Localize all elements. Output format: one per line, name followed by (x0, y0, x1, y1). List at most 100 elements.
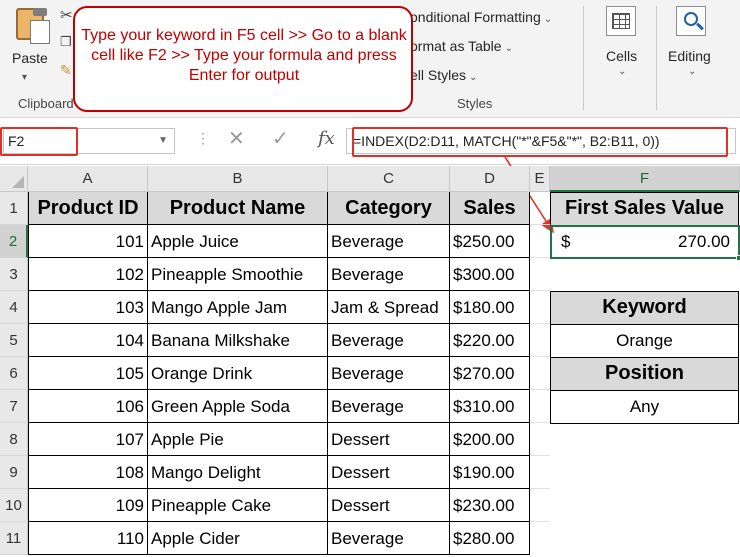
chevron-down-icon[interactable]: ▼ (158, 135, 168, 146)
table-cell-sales[interactable]: $270.00 (450, 357, 530, 390)
table-cell-category[interactable]: Beverage (328, 522, 450, 555)
table-cell-sales[interactable]: $230.00 (450, 489, 530, 522)
keyword-header[interactable]: Keyword (550, 291, 739, 325)
table-cell-product-name[interactable]: Mango Apple Jam (148, 291, 328, 324)
instruction-callout: Type your keyword in F5 cell >> Go to a … (73, 6, 413, 112)
formula-input[interactable]: =INDEX(D2:D11, MATCH("*"&F5&"*", B2:B11,… (346, 128, 736, 154)
paste-dropdown-icon[interactable]: ▾ (22, 72, 27, 83)
table-cell-product-id[interactable]: 104 (28, 324, 148, 357)
table-cell-product-id[interactable]: 103 (28, 291, 148, 324)
table-cell-sales[interactable]: $200.00 (450, 423, 530, 456)
result-currency: $ (561, 232, 571, 251)
table-cell-sales[interactable]: $300.00 (450, 258, 530, 291)
table-cell-sales[interactable]: $180.00 (450, 291, 530, 324)
table-cell-product-name[interactable]: Banana Milkshake (148, 324, 328, 357)
table-header-product-id[interactable]: Product ID (28, 192, 148, 225)
gridline (530, 356, 550, 357)
table-cell-sales[interactable]: $280.00 (450, 522, 530, 555)
table-cell-product-name[interactable]: Green Apple Soda (148, 390, 328, 423)
table-cell-product-id[interactable]: 102 (28, 258, 148, 291)
table-cell-product-name[interactable]: Apple Pie (148, 423, 328, 456)
table-cell-product-name[interactable]: Apple Cider (148, 522, 328, 555)
table-cell-sales[interactable]: $250.00 (450, 225, 530, 258)
column-header-e[interactable]: E (530, 166, 550, 192)
clipboard-group-label: Clipboard (18, 96, 74, 111)
row-header-6[interactable]: 6 (0, 357, 28, 390)
ribbon-divider (583, 6, 584, 110)
row-header-9[interactable]: 9 (0, 456, 28, 489)
gridline (530, 257, 550, 258)
table-cell-category[interactable]: Beverage (328, 324, 450, 357)
column-header-a[interactable]: A (28, 166, 148, 192)
fill-handle[interactable] (736, 255, 740, 261)
table-cell-category[interactable]: Beverage (328, 390, 450, 423)
editing-dropdown-icon: ⌄ (688, 66, 697, 77)
selected-cell-f2[interactable]: $ 270.00 (550, 225, 740, 261)
position-value[interactable]: Any (550, 390, 739, 424)
table-cell-product-id[interactable]: 106 (28, 390, 148, 423)
gridline (530, 455, 550, 456)
table-cell-product-name[interactable]: Apple Juice (148, 225, 328, 258)
cut-icon[interactable]: ✂ (60, 6, 73, 24)
row-header-3[interactable]: 3 (0, 258, 28, 291)
column-header-d[interactable]: D (450, 166, 530, 192)
insert-function-icon[interactable]: fx (318, 128, 335, 149)
table-cell-product-name[interactable]: Orange Drink (148, 357, 328, 390)
table-cell-sales[interactable]: $190.00 (450, 456, 530, 489)
table-header-sales[interactable]: Sales (450, 192, 530, 225)
column-header-f[interactable]: F (550, 166, 740, 192)
table-header-product-name[interactable]: Product Name (148, 192, 328, 225)
table-cell-product-name[interactable]: Mango Delight (148, 456, 328, 489)
styles-group-label: Styles (457, 96, 493, 111)
table-cell-category[interactable]: Beverage (328, 357, 450, 390)
row-header-2[interactable]: 2 (0, 225, 28, 258)
row-header-5[interactable]: 5 (0, 324, 28, 357)
table-cell-product-id[interactable]: 107 (28, 423, 148, 456)
gridline (530, 389, 550, 390)
first-sales-value-header[interactable]: First Sales Value (550, 192, 739, 226)
row-header-10[interactable]: 10 (0, 489, 28, 522)
table-cell-sales[interactable]: $220.00 (450, 324, 530, 357)
table-cell-product-id[interactable]: 109 (28, 489, 148, 522)
formula-bar: F2 ▼ ⋮ ✕ ✓ fx =INDEX(D2:D11, MATCH("*"&F… (0, 118, 740, 165)
row-header-11[interactable]: 11 (0, 522, 28, 555)
copy-icon[interactable]: ❐ (60, 34, 72, 50)
row-header-4[interactable]: 4 (0, 291, 28, 324)
column-header-c[interactable]: C (328, 166, 450, 192)
row-header-1[interactable]: 1 (0, 192, 28, 225)
table-cell-category[interactable]: Dessert (328, 489, 450, 522)
position-header[interactable]: Position (550, 357, 739, 391)
table-cell-product-name[interactable]: Pineapple Cake (148, 489, 328, 522)
enter-icon[interactable]: ✓ (272, 126, 289, 151)
cell-styles-button[interactable]: ell Styles ⌄ (410, 67, 477, 83)
table-cell-sales[interactable]: $310.00 (450, 390, 530, 423)
cells-dropdown-icon: ⌄ (618, 66, 627, 77)
keyword-value[interactable]: Orange (550, 324, 739, 358)
table-cell-category[interactable]: Dessert (328, 423, 450, 456)
gridline (530, 521, 550, 522)
gridline (530, 224, 550, 225)
paste-label: Paste (12, 50, 48, 66)
table-cell-category[interactable]: Dessert (328, 456, 450, 489)
row-header-7[interactable]: 7 (0, 390, 28, 423)
table-cell-product-id[interactable]: 105 (28, 357, 148, 390)
cells-icon (606, 6, 636, 36)
table-cell-product-id[interactable]: 110 (28, 522, 148, 555)
paste-button[interactable] (8, 6, 52, 86)
table-header-category[interactable]: Category (328, 192, 450, 225)
table-cell-product-name[interactable]: Pineapple Smoothie (148, 258, 328, 291)
table-cell-category[interactable]: Jam & Spread (328, 291, 450, 324)
conditional-formatting-button[interactable]: onditional Formatting ⌄ (410, 9, 552, 25)
format-painter-icon[interactable]: ✎ (60, 62, 72, 79)
row-header-8[interactable]: 8 (0, 423, 28, 456)
cancel-icon[interactable]: ✕ (228, 126, 245, 151)
table-cell-category[interactable]: Beverage (328, 225, 450, 258)
table-cell-product-id[interactable]: 101 (28, 225, 148, 258)
result-value: 270.00 (678, 232, 730, 251)
select-all-corner[interactable] (0, 166, 28, 192)
name-box[interactable]: F2 ▼ (3, 128, 175, 154)
table-cell-product-id[interactable]: 108 (28, 456, 148, 489)
table-cell-category[interactable]: Beverage (328, 258, 450, 291)
column-header-b[interactable]: B (148, 166, 328, 192)
format-as-table-button[interactable]: ormat as Table ⌄ (410, 38, 513, 54)
